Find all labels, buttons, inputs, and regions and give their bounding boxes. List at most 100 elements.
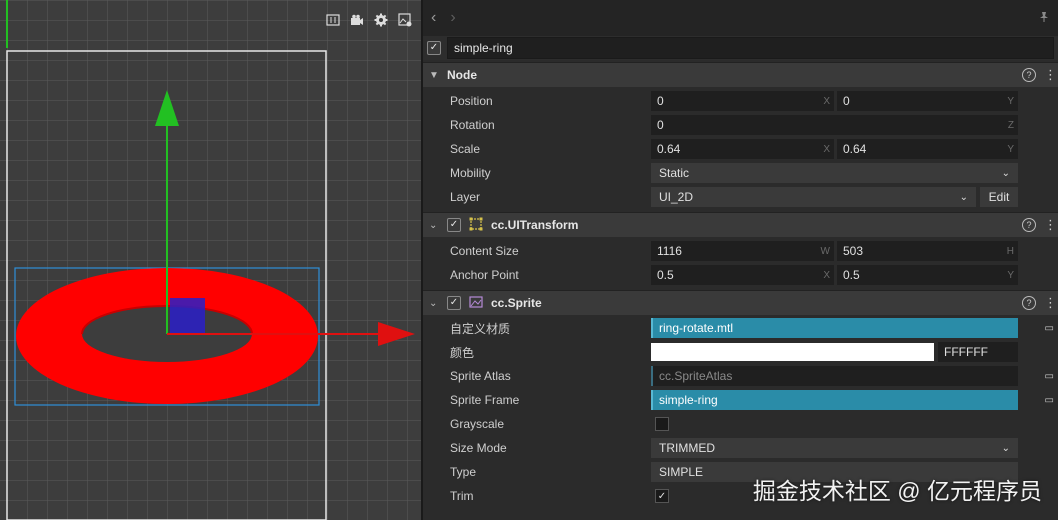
layer-value: UI_2D — [659, 190, 694, 204]
property-label: Position — [450, 94, 493, 108]
section-title: cc.UITransform — [491, 218, 579, 232]
property-color: 颜色 FFFFFF — [423, 340, 1058, 364]
node-name-bar: ✓ simple-ring — [423, 36, 1058, 60]
property-anchor-point: Anchor Point 0.5 X 0.5 Y — [423, 263, 1058, 287]
grayscale-checkbox[interactable] — [655, 417, 669, 431]
sprite-frame-asset-field[interactable]: simple-ring ▭ — [651, 390, 1054, 410]
chevron-down-icon[interactable]: ▼ — [429, 70, 439, 81]
position-y-value: 0 — [843, 94, 850, 108]
property-label: Size Mode — [450, 441, 507, 455]
sprite-atlas-asset-field[interactable]: cc.SpriteAtlas ▭ — [651, 366, 1054, 386]
chevron-down-icon[interactable]: ⌄ — [429, 298, 439, 309]
content-height-input[interactable]: 503 H — [837, 241, 1018, 261]
axis-x-label: X — [823, 269, 830, 281]
axis-y-label: Y — [1007, 95, 1014, 107]
section-sprite-header[interactable]: ⌄ ✓ cc.Sprite ? ⋮ — [423, 290, 1058, 315]
anchor-x-input[interactable]: 0.5 X — [651, 265, 834, 285]
section-node-header[interactable]: ▼ Node ? ⋮ — [423, 62, 1058, 87]
property-label: Layer — [450, 190, 481, 204]
anchor-y-value: 0.5 — [843, 268, 860, 282]
content-width-input[interactable]: 1116 W — [651, 241, 834, 261]
type-value: SIMPLE — [659, 465, 704, 479]
scale-x-input[interactable]: 0.64 X — [651, 139, 834, 159]
more-options-icon[interactable]: ⋮ — [1044, 67, 1057, 83]
property-label: Mobility — [450, 166, 491, 180]
layer-edit-button[interactable]: Edit — [980, 187, 1018, 207]
property-label: Sprite Atlas — [450, 369, 511, 383]
property-label: 颜色 — [450, 345, 475, 360]
axis-x-label: X — [823, 95, 830, 107]
axis-y-label: Y — [1007, 269, 1014, 281]
forward-arrow-icon[interactable]: › — [450, 9, 455, 27]
pin-icon[interactable] — [1038, 11, 1050, 26]
scene-canvas[interactable] — [0, 0, 421, 520]
component-enabled-checkbox[interactable]: ✓ — [447, 218, 461, 232]
sprite-frame-value: simple-ring — [659, 393, 718, 407]
property-mobility: Mobility Static ⌄ — [423, 161, 1058, 185]
lock-icon[interactable]: ▭ — [1045, 395, 1054, 406]
more-options-icon[interactable]: ⋮ — [1044, 217, 1057, 233]
section-uitransform-header[interactable]: ⌄ ✓ cc.UITransform ? ⋮ — [423, 212, 1058, 237]
lock-icon[interactable]: ▭ — [1045, 323, 1054, 334]
color-swatch[interactable] — [651, 343, 934, 361]
help-icon[interactable]: ? — [1022, 218, 1036, 232]
trim-checkbox[interactable]: ✓ — [655, 489, 669, 503]
property-layer: Layer UI_2D ⌄ Edit — [423, 185, 1058, 209]
property-label: Scale — [450, 142, 481, 156]
property-sprite-frame: Sprite Frame simple-ring ▭ — [423, 388, 1058, 412]
section-title: cc.Sprite — [491, 296, 542, 310]
help-icon[interactable]: ? — [1022, 296, 1036, 310]
position-y-input[interactable]: 0Y — [837, 91, 1018, 111]
anchor-x-value: 0.5 — [657, 268, 674, 282]
frame-icon[interactable] — [323, 10, 343, 30]
image-settings-icon[interactable] — [395, 10, 415, 30]
watermark: 掘金技术社区 @ 亿元程序员 — [752, 478, 1042, 504]
property-position: Position 0X 0Y — [423, 89, 1058, 113]
property-label: Grayscale — [450, 417, 505, 431]
mobility-value: Static — [659, 166, 690, 180]
gizmo-center-handle — [170, 298, 205, 333]
content-height-value: 503 — [843, 244, 864, 258]
chevron-down-icon: ⌄ — [959, 191, 968, 203]
anchor-y-input[interactable]: 0.5 Y — [837, 265, 1018, 285]
inspector-nav: ‹ › — [423, 0, 1058, 36]
custom-material-asset-field[interactable]: ring-rotate.mtl ▭ — [651, 318, 1054, 338]
gear-icon[interactable] — [371, 10, 391, 30]
axis-y-label: Y — [1007, 143, 1014, 155]
sprite-atlas-value: cc.SpriteAtlas — [659, 369, 733, 383]
section-title: Node — [447, 68, 477, 82]
property-label: Content Size — [450, 244, 519, 258]
scene-view[interactable] — [0, 0, 421, 520]
size-mode-value: TRIMMED — [659, 441, 715, 455]
rotation-z-value: 0 — [657, 118, 664, 132]
scale-y-input[interactable]: 0.64 Y — [837, 139, 1018, 159]
mobility-dropdown[interactable]: Static ⌄ — [651, 163, 1018, 183]
scale-y-value: 0.64 — [843, 142, 867, 156]
lock-icon[interactable]: ▭ — [1045, 371, 1054, 382]
property-size-mode: Size Mode TRIMMED ⌄ — [423, 436, 1058, 460]
chevron-down-icon[interactable]: ⌄ — [429, 220, 439, 231]
help-icon[interactable]: ? — [1022, 68, 1036, 82]
position-x-value: 0 — [657, 94, 664, 108]
chevron-down-icon: ⌄ — [1001, 442, 1010, 454]
color-hex-input[interactable]: FFFFFF — [938, 342, 1018, 362]
node-active-checkbox[interactable]: ✓ — [427, 41, 441, 55]
sprite-icon — [469, 295, 483, 311]
camera-icon[interactable] — [347, 10, 367, 30]
property-content-size: Content Size 1116 W 503 H — [423, 239, 1058, 263]
property-label: Anchor Point — [450, 268, 519, 282]
size-mode-dropdown[interactable]: TRIMMED ⌄ — [651, 438, 1018, 458]
rotation-z-input[interactable]: 0Z — [651, 115, 1018, 135]
more-options-icon[interactable]: ⋮ — [1044, 295, 1057, 311]
property-scale: Scale 0.64 X 0.64 Y — [423, 137, 1058, 161]
property-sprite-atlas: Sprite Atlas cc.SpriteAtlas ▭ — [423, 364, 1058, 388]
material-value: ring-rotate.mtl — [659, 321, 734, 335]
axis-h-label: H — [1006, 245, 1014, 257]
position-x-input[interactable]: 0X — [651, 91, 834, 111]
back-arrow-icon[interactable]: ‹ — [431, 9, 436, 27]
node-name-field[interactable]: simple-ring — [447, 37, 1054, 59]
layer-dropdown[interactable]: UI_2D ⌄ — [651, 187, 976, 207]
component-enabled-checkbox[interactable]: ✓ — [447, 296, 461, 310]
property-label: Type — [450, 465, 477, 479]
property-grayscale: Grayscale — [423, 412, 1058, 436]
